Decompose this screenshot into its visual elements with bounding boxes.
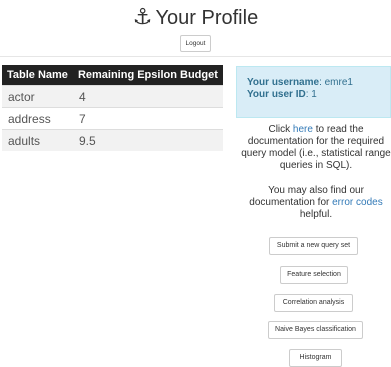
column-header-remaining-budget: Remaining Epsilon Budget (72, 65, 223, 86)
submit-query-set-button[interactable]: Submit a new query set (269, 237, 358, 255)
naive-bayes-button[interactable]: Naive Bayes classification (268, 321, 363, 339)
table-name-cell: address (2, 107, 73, 130)
username-line: Your username: emre1 (247, 77, 353, 88)
budget-cell: 7 (72, 107, 223, 130)
column-header-table-name: Table Name (2, 65, 73, 86)
error-codes-link[interactable]: error codes (332, 197, 383, 208)
userid-label: Your user ID (247, 89, 306, 100)
table-name-cell: adults (2, 129, 73, 151)
logout-button[interactable]: Logout (179, 35, 212, 52)
error-codes-doc-text: You may also find our documentation for … (236, 185, 391, 221)
username-value: emre1 (324, 77, 353, 88)
histogram-button[interactable]: Histogram (289, 349, 342, 367)
budget-cell: 4 (72, 85, 223, 108)
anchor-icon: ⚓ (132, 4, 153, 29)
page-title-text: Your Profile (155, 7, 259, 29)
doc-text-part: helpful. (299, 209, 333, 220)
header-divider (0, 56, 391, 57)
query-model-doc-text: Click here to read the documentation for… (236, 124, 391, 172)
page-header: ⚓ Your Profile Logout (0, 0, 391, 52)
table-row: address 7 (2, 107, 223, 130)
feature-selection-button[interactable]: Feature selection (280, 266, 348, 284)
epsilon-budget-table: Table Name Remaining Epsilon Budget acto… (2, 65, 223, 151)
userid-line: Your user ID: 1 (247, 89, 317, 100)
doc-text-part: Click (268, 124, 293, 135)
table-row: actor 4 (2, 85, 223, 108)
correlation-analysis-button[interactable]: Correlation analysis (274, 294, 353, 312)
page-title: ⚓ Your Profile (0, 0, 391, 31)
table-header-row: Table Name Remaining Epsilon Budget (2, 65, 223, 86)
table-row: adults 9.5 (2, 129, 223, 151)
user-info-box: Your username: emre1 Your user ID: 1 (236, 66, 391, 118)
userid-value: 1 (311, 89, 317, 100)
doc-text-part: to read the documentation for the requir… (241, 124, 391, 171)
table-name-cell: actor (2, 85, 73, 108)
query-model-doc-link[interactable]: here (293, 124, 313, 135)
username-label: Your username (247, 77, 320, 88)
budget-cell: 9.5 (72, 129, 223, 151)
